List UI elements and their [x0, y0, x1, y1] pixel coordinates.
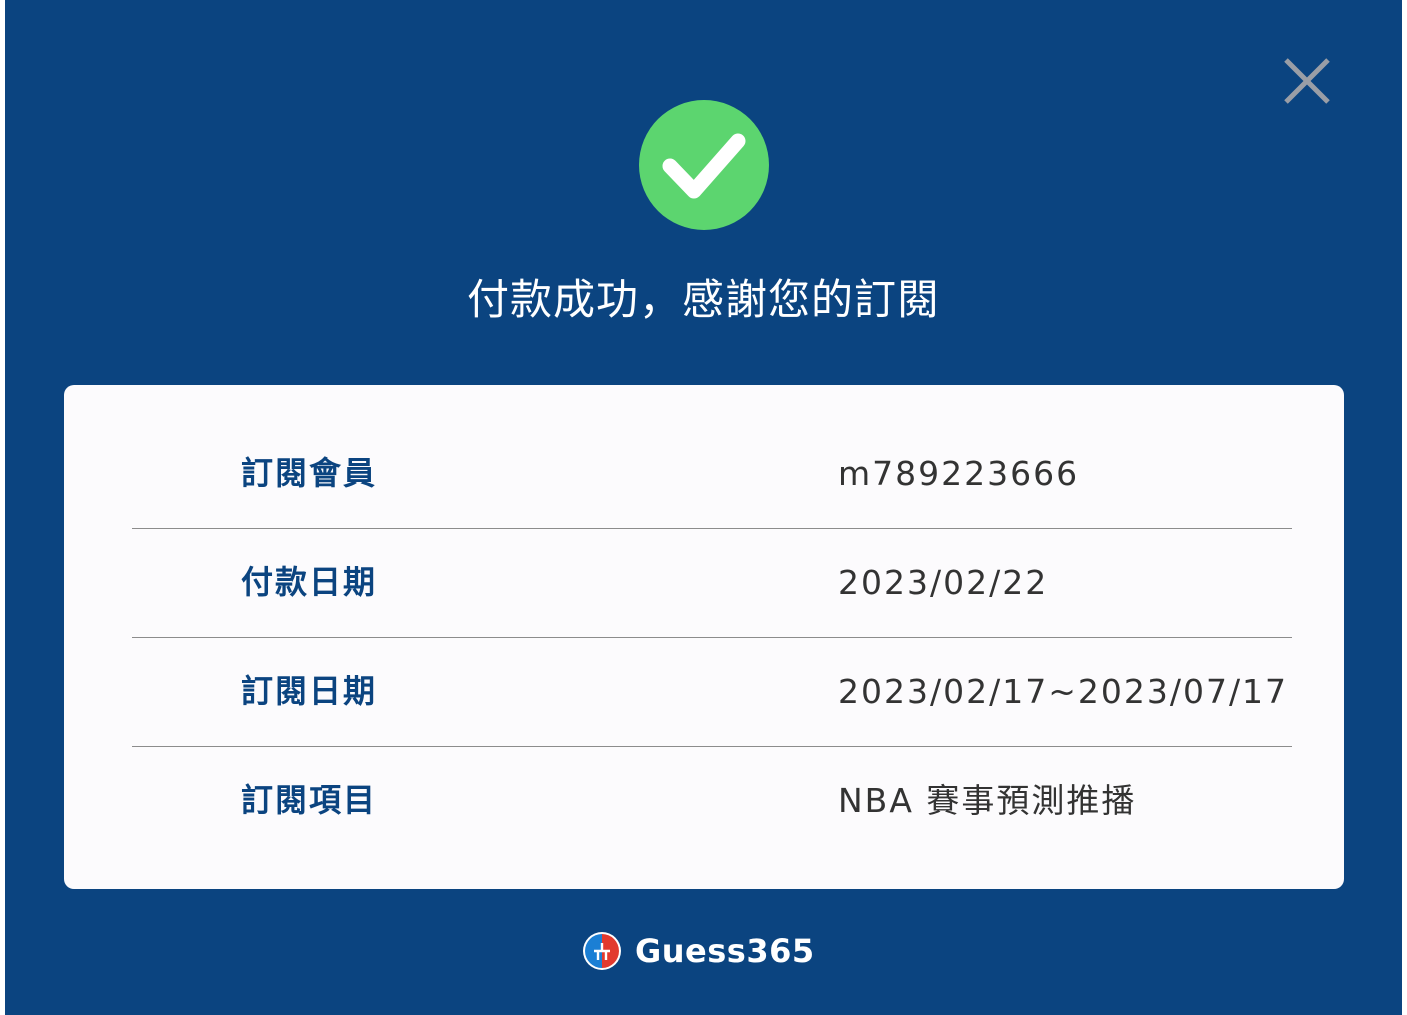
detail-value: 2023/02/17~2023/07/17 [838, 672, 1289, 711]
detail-label: 訂閱會員 [241, 454, 378, 492]
detail-label: 訂閱項目 [241, 781, 378, 819]
detail-value: 2023/02/22 [838, 563, 1049, 602]
close-button[interactable] [1278, 52, 1336, 110]
page: 付款成功，感謝您的訂閱 訂閱會員 m789223666 付款日期 2023/02… [0, 0, 1407, 1015]
detail-row-payment-date: 付款日期 2023/02/22 [132, 528, 1292, 638]
payment-success-dialog: 付款成功，感謝您的訂閱 訂閱會員 m789223666 付款日期 2023/02… [5, 0, 1402, 1015]
detail-label: 付款日期 [241, 563, 378, 601]
detail-row-subscription-period: 訂閱日期 2023/02/17~2023/07/17 [132, 637, 1292, 747]
detail-row-subscription-item: 訂閱項目 NBA 賽事預測推播 [132, 746, 1292, 855]
close-icon [1284, 58, 1330, 104]
page-title: 付款成功，感謝您的訂閱 [466, 275, 940, 324]
detail-value: m789223666 [838, 454, 1080, 493]
detail-value: NBA 賽事預測推播 [838, 781, 1137, 820]
detail-label: 訂閱日期 [241, 672, 378, 710]
detail-row-member: 訂閱會員 m789223666 [132, 419, 1292, 529]
brand-footer: Guess365 [582, 929, 815, 973]
subscription-details-card: 訂閱會員 m789223666 付款日期 2023/02/22 訂閱日期 202… [64, 385, 1344, 889]
guess365-logo-icon [582, 931, 622, 971]
check-circle-icon [639, 100, 769, 230]
brand-name: Guess365 [635, 932, 815, 970]
